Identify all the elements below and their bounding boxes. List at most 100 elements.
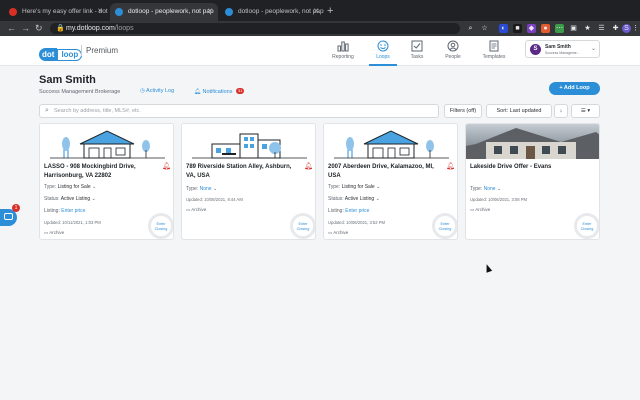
enter-closing-button[interactable]: Enter Closing [432, 213, 457, 239]
bell-icon[interactable]: 🔔︎ [446, 162, 455, 170]
loop-card[interactable]: LASSO - 908 Mockingbird Drive, Harrisonb… [39, 123, 174, 240]
dotloop-logo[interactable]: dot loop Premium [39, 44, 118, 61]
url-field[interactable]: 🔒 my.dotloop.com/loops [50, 23, 460, 34]
activity-log-label: Activity Log [146, 88, 175, 94]
close-icon[interactable]: ✕ [313, 3, 319, 21]
logo-loop: loop [57, 49, 83, 61]
new-tab-button[interactable]: + [327, 3, 333, 19]
activity-log-link[interactable]: ◷ Activity Log [140, 88, 174, 94]
bell-icon[interactable]: 🔔︎ [304, 162, 313, 170]
type-dropdown[interactable]: Listing for Sale [58, 184, 91, 190]
forward-button[interactable]: → [21, 22, 30, 35]
extension-icon[interactable]: ● [541, 24, 550, 33]
house-icon [334, 130, 449, 159]
chevron-down-icon: ⌄ [375, 196, 380, 202]
user-org: Success Manageme... [545, 51, 580, 55]
url-text: my.dotloop.com/loops [66, 25, 134, 32]
extensions-icon[interactable]: ☰ [597, 24, 606, 33]
chat-button[interactable]: 1 [0, 204, 20, 226]
card-title[interactable]: 789 Riverside Station Alley, Ashburn, VA… [186, 163, 301, 180]
extension-icon[interactable]: ★ [583, 24, 592, 33]
type-dropdown[interactable]: None [484, 186, 496, 192]
status-dropdown[interactable]: Active Listing [345, 196, 374, 202]
active-indicator [369, 64, 397, 66]
sort-dropdown[interactable]: Sort: Last updated [486, 104, 552, 118]
add-loop-button[interactable]: + Add Loop [549, 82, 600, 95]
bell-icon[interactable]: 🔔︎ [162, 162, 171, 170]
updated-timestamp: Updated: 10/08/2021, 8:44 AM [186, 197, 243, 202]
status-dropdown[interactable]: Active Listing [61, 196, 90, 202]
nav-label: Reporting [332, 54, 354, 60]
view-toggle-button[interactable]: ☰ ▾ [571, 104, 600, 118]
chevron-down-icon: ⌄ [376, 184, 381, 190]
archive-link[interactable]: ▭ Archive [44, 230, 64, 236]
gmail-favicon-icon [9, 8, 17, 16]
enter-closing-button[interactable]: Enter Closing [574, 213, 599, 239]
dotloop-favicon-icon [225, 8, 233, 16]
card-type-row: Type: None ⌄ [186, 186, 218, 192]
extension-icon[interactable]: ■ [513, 24, 522, 33]
sort-direction-button[interactable]: ↓ [554, 104, 568, 118]
avatar: S [530, 44, 541, 55]
browser-tab[interactable]: Here's my easy offer link - dot ✕ [4, 3, 108, 21]
archive-link[interactable]: ▭ Archive [186, 207, 206, 213]
checkbox-icon [411, 40, 423, 52]
archive-link[interactable]: ▭ Archive [470, 207, 490, 213]
back-button[interactable]: ← [7, 22, 16, 35]
nav-tasks[interactable]: Tasks [400, 40, 434, 60]
close-icon[interactable]: ✕ [97, 3, 103, 21]
nav-reporting[interactable]: Reporting [326, 40, 360, 60]
user-menu[interactable]: S Sam Smith Success Manageme... ⌄ [525, 40, 600, 58]
house-photo-image [466, 128, 599, 159]
enter-price-link[interactable]: Enter price [61, 208, 85, 214]
loop-card[interactable]: 2007 Aberdeen Drive, Kalamazoo, MI, USA … [323, 123, 458, 240]
profile-icon[interactable]: S [622, 24, 631, 33]
type-dropdown[interactable]: None [200, 186, 212, 192]
browser-tab-bar: Here's my easy offer link - dot ✕ dotloo… [0, 0, 640, 21]
card-title[interactable]: LASSO - 908 Mockingbird Drive, Harrisonb… [44, 163, 159, 180]
loop-card[interactable]: Lakeside Drive Offer - Evans Type: None … [465, 123, 600, 240]
star-icon[interactable]: ☆ [480, 24, 489, 33]
browser-tab-active[interactable]: dotloop - peoplework, not pap ✕ [110, 3, 218, 21]
plan-label: Premium [81, 45, 118, 56]
enter-closing-button[interactable]: Enter Closing [148, 213, 173, 239]
more-icon[interactable]: ⋮ [632, 24, 639, 33]
nav-label: Loops [376, 54, 390, 60]
chevron-down-icon: ⌄ [591, 46, 597, 52]
house-illustration [40, 124, 173, 159]
extension-icon[interactable]: ◐ [499, 24, 508, 33]
archive-icon: ▭ [186, 207, 191, 212]
updated-timestamp: Updated: 10/08/2021, 3:52 PM [328, 220, 386, 225]
extension-icon[interactable]: ⋯ [555, 24, 564, 33]
nav-templates[interactable]: Templates [477, 40, 511, 60]
puzzle-icon[interactable]: ✚ [611, 24, 620, 33]
search-input[interactable] [54, 106, 434, 116]
loops-icon [377, 40, 389, 52]
nav-loops[interactable]: Loops [366, 40, 400, 66]
card-status-row: Status: Active Listing ⌄ [328, 196, 380, 202]
nav-people[interactable]: People [436, 40, 470, 60]
extension-icon[interactable]: ◆ [527, 24, 536, 33]
loop-card[interactable]: 789 Riverside Station Alley, Ashburn, VA… [181, 123, 316, 240]
archive-icon: ▭ [470, 207, 475, 212]
card-title[interactable]: 2007 Aberdeen Drive, Kalamazoo, MI, USA [328, 163, 443, 180]
enter-closing-button[interactable]: Enter Closing [290, 213, 315, 239]
notifications-link[interactable]: 🔔︎ Notifications 31 [194, 88, 245, 95]
close-icon[interactable]: ✕ [207, 3, 213, 21]
building-illustration [182, 124, 315, 159]
type-dropdown[interactable]: Listing for Sale [342, 184, 375, 190]
extension-icon[interactable]: ▣ [569, 24, 578, 33]
page-title: Sam Smith [39, 74, 96, 86]
card-listing-row: Listing: Enter price [328, 208, 370, 214]
tab-title: dotloop - peoplework, not pap [238, 8, 324, 15]
notifications-badge: 31 [236, 88, 245, 94]
archive-link[interactable]: ▭ Archive [328, 230, 348, 236]
card-type-row: Type: None ⌄ [470, 186, 502, 192]
enter-price-link[interactable]: Enter price [345, 208, 369, 214]
dotloop-favicon-icon [115, 8, 123, 16]
filters-button[interactable]: Filters (off) [444, 104, 482, 118]
reload-button[interactable]: ↻ [35, 22, 43, 35]
browser-tab[interactable]: dotloop - peoplework, not pap ✕ [220, 3, 324, 21]
search-icon[interactable]: ⌕ [466, 24, 475, 33]
card-title[interactable]: Lakeside Drive Offer - Evans [470, 163, 585, 172]
